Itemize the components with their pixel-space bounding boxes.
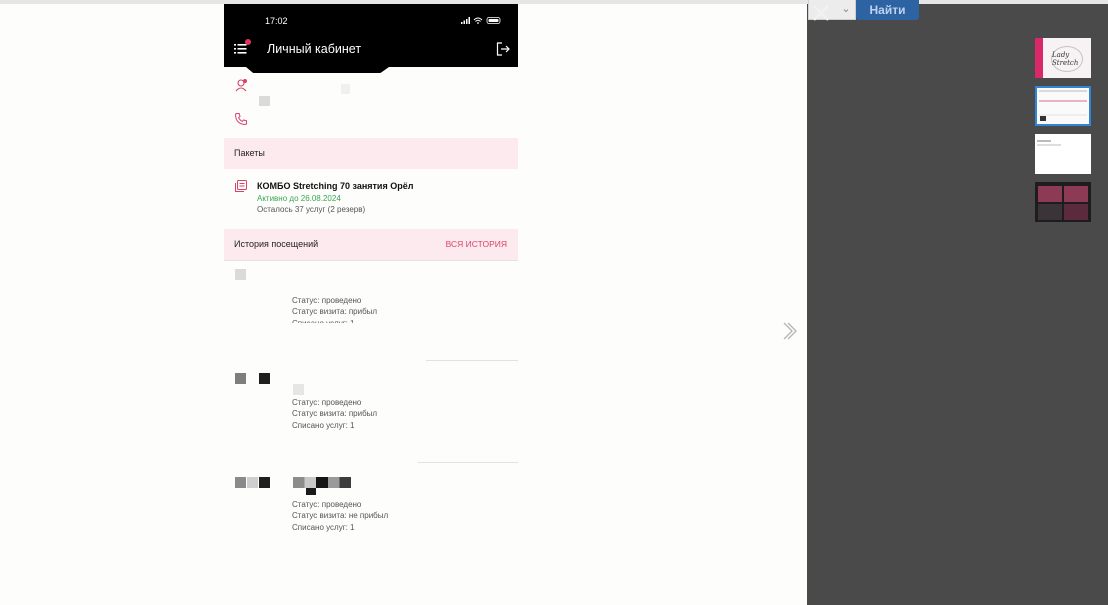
redacted-title: [293, 477, 351, 488]
redacted-date: [235, 373, 246, 384]
history-title: История посещений: [234, 239, 319, 249]
thumbnail-2-selected[interactable]: [1035, 86, 1091, 126]
visit-status: Статус: проведено: [292, 500, 362, 509]
logout-icon[interactable]: [496, 42, 510, 56]
thumb-cell: [1064, 186, 1088, 202]
package-name[interactable]: КОМБО Stretching 70 занятия Орёл: [257, 181, 413, 191]
redacted-date: [235, 269, 246, 280]
visit-charged: Списано услуг: 1: [292, 420, 355, 430]
thumb-line: [1039, 114, 1087, 116]
redacted-block: [306, 488, 316, 495]
redacted-date: [259, 373, 270, 384]
divider: [418, 462, 518, 463]
thumb-line: [1037, 144, 1061, 146]
signal-wifi-battery-icon: [461, 16, 503, 27]
phone-screenshot: 17:02 Личный кабинет Пакеты КОМБО Stretc…: [224, 4, 518, 539]
status-time: 17:02: [265, 16, 288, 26]
status-bar: 17:02: [224, 4, 518, 34]
package-icon: [235, 180, 247, 192]
thumb-line: [1037, 140, 1051, 142]
thumb-mark: [1040, 116, 1046, 121]
visit-attendance: Статус визита: прибыл: [292, 409, 378, 419]
next-image-icon[interactable]: [778, 318, 800, 344]
redacted-block: [293, 384, 304, 395]
history-header: История посещений ВСЯ ИСТОРИЯ: [224, 229, 518, 260]
package-active-until: Активно до 26.08.2024: [257, 194, 341, 203]
visit-attendance: Статус визита: прибыл: [292, 307, 378, 317]
packages-header: Пакеты: [224, 138, 518, 169]
visit-item[interactable]: Статус: проведено Статус визита: не приб…: [292, 499, 388, 533]
notification-dot: [245, 39, 251, 45]
studio-logo: Lady Stretch: [1051, 46, 1083, 72]
redacted-date: [247, 477, 258, 488]
all-history-link[interactable]: ВСЯ ИСТОРИЯ: [446, 239, 507, 249]
thumbnail-3[interactable]: [1035, 134, 1091, 174]
user-card-icon: [235, 79, 247, 92]
redacted-date: [259, 477, 270, 488]
phone-icon: [234, 113, 247, 126]
thumb-cell: [1038, 186, 1062, 202]
app-bar-notch: [246, 67, 389, 73]
thumb-cell: [1038, 204, 1062, 220]
thumb-line: [1039, 90, 1087, 92]
redacted-block: [341, 84, 350, 94]
visit-status: Статус: проведено: [292, 398, 362, 407]
page-title: Личный кабинет: [267, 42, 362, 56]
search-button[interactable]: Найти: [856, 0, 919, 20]
package-remaining: Осталось 37 услуг (2 резерв): [257, 205, 366, 214]
thumb-cell: [1064, 204, 1088, 220]
redacted-block: [259, 96, 270, 106]
chevron-down-icon[interactable]: ⌄: [836, 0, 856, 16]
thumbnail-4[interactable]: [1035, 182, 1091, 222]
visit-charged: Списано услуг: 1: [292, 522, 355, 532]
visit-item[interactable]: Статус: проведено Статус визита: прибыл …: [292, 397, 377, 431]
divider: [224, 260, 518, 261]
cropped-area: [224, 323, 518, 357]
thumbnail-1[interactable]: Lady Stretch: [1035, 38, 1091, 78]
packages-title: Пакеты: [234, 148, 265, 158]
redacted-date: [235, 477, 246, 488]
divider: [426, 360, 518, 361]
close-icon[interactable]: [809, 1, 833, 25]
app-bar: Личный кабинет: [224, 34, 518, 67]
thumb-line: [1039, 100, 1087, 102]
visit-attendance: Статус визита: не прибыл: [292, 511, 389, 521]
visit-status: Статус: проведено: [292, 296, 362, 305]
